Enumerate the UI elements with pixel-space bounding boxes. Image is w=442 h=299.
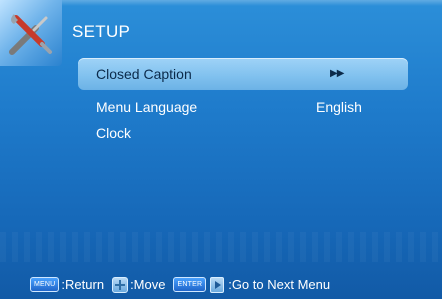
footer-help-bar: MENU :Return :Move ENTER :Go to Next Men… [0,270,442,299]
submenu-arrows-icon: ▶▶ [330,68,344,79]
page-title: SETUP [72,22,131,41]
next-menu-hint: :Go to Next Menu [228,277,331,292]
menu-item-label: Closed Caption [96,66,192,82]
menu-item-label: Menu Language [96,99,198,115]
menu-item-menu-language[interactable]: Menu Language English [78,94,408,120]
menu-item-label: Clock [96,125,132,141]
menu-item-value: English [316,99,362,115]
return-hint: :Return [61,277,105,292]
decorative-wave [0,232,442,262]
move-hint: :Move [130,277,166,292]
enter-key-icon: ENTER [173,277,207,292]
dpad-icon [112,276,129,293]
right-arrow-icon [210,276,225,293]
setup-logo-tile [0,0,62,66]
setup-osd-panel: SETUP Closed Caption ▶▶ Menu Language En… [0,0,442,299]
menu-item-clock[interactable]: Clock [78,120,408,146]
setup-menu: Closed Caption ▶▶ Menu Language English … [78,58,408,146]
menu-key-icon: MENU [30,277,60,292]
menu-item-closed-caption[interactable]: Closed Caption ▶▶ [78,58,408,90]
